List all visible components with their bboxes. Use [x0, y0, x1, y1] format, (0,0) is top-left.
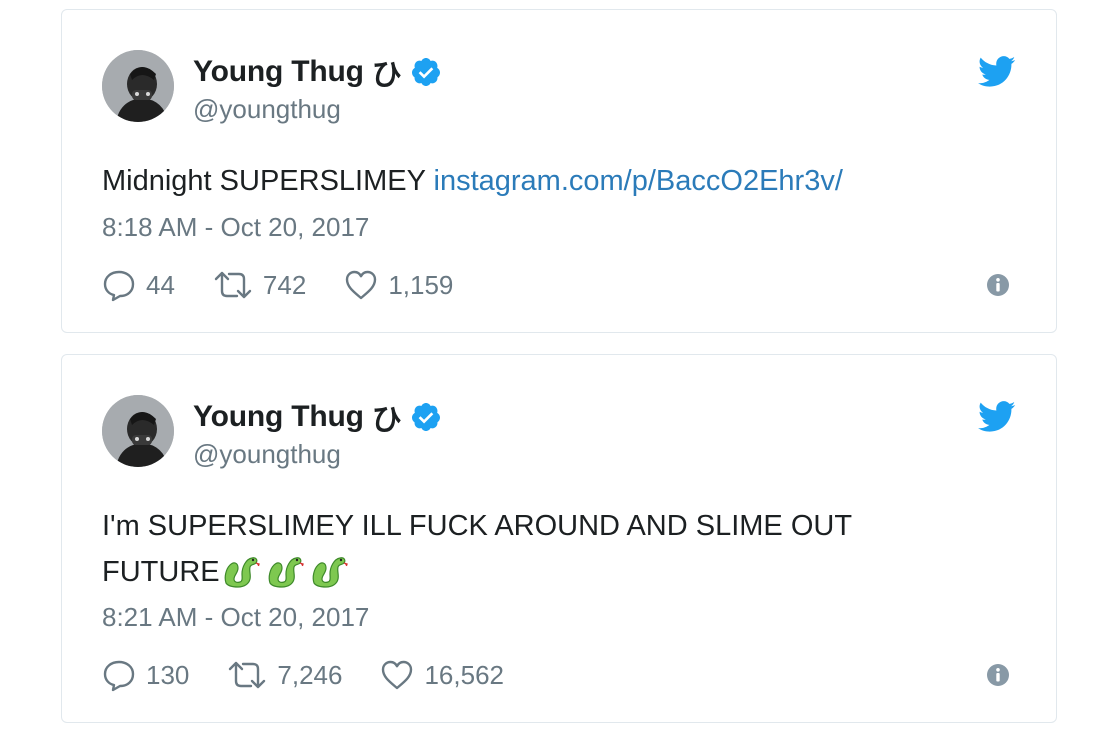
reply-count: 44	[146, 269, 175, 300]
action-bar: 44 742 1,159	[102, 268, 491, 302]
reply-count: 130	[146, 659, 190, 690]
twitter-bird-icon[interactable]	[978, 56, 1016, 88]
like-button[interactable]: 1,159	[344, 269, 453, 301]
tweet-text: Midnight SUPERSLIMEY instagram.com/p/Bac…	[102, 158, 1002, 204]
like-count: 16,562	[424, 659, 504, 690]
reply-icon	[102, 268, 136, 302]
verified-badge-icon	[410, 56, 442, 88]
reply-button[interactable]: 130	[102, 658, 189, 692]
handle[interactable]: @youngthug	[193, 439, 341, 470]
info-icon[interactable]	[986, 273, 1010, 297]
heart-icon	[344, 269, 378, 301]
display-name-suffix: ひ	[371, 59, 402, 92]
tweet-text-line: FUTURE	[102, 549, 1002, 595]
tweet-card[interactable]: Young Thug ひ @youngthug Midnight SUPERSL…	[61, 9, 1057, 333]
snake-emoji-icon	[264, 549, 304, 589]
avatar[interactable]	[102, 395, 174, 467]
retweet-count: 742	[262, 269, 307, 300]
action-bar: 130 7,246 16,562	[102, 658, 542, 692]
reply-icon	[102, 658, 136, 692]
verified-badge-icon	[410, 401, 442, 433]
snake-emoji-icon	[308, 549, 348, 589]
display-name[interactable]: Young Thug	[193, 400, 364, 434]
reply-button[interactable]: 44	[102, 268, 175, 302]
author-name-row[interactable]: Young Thug ひ	[193, 52, 442, 92]
retweet-icon	[227, 660, 267, 690]
info-icon[interactable]	[986, 663, 1010, 687]
timestamp[interactable]: 8:18 AM - Oct 20, 2017	[102, 212, 369, 243]
display-name[interactable]: Young Thug	[193, 55, 364, 89]
retweet-count: 7,246	[277, 659, 343, 690]
tweet-text-line: I'm SUPERSLIMEY ILL FUCK AROUND AND SLIM…	[102, 510, 853, 542]
like-button[interactable]: 16,562	[380, 659, 504, 691]
tweet-link[interactable]: instagram.com/p/BaccO2Ehr3v/	[434, 165, 843, 197]
heart-icon	[380, 659, 414, 691]
handle[interactable]: @youngthug	[193, 94, 341, 125]
tweet-text: I'm SUPERSLIMEY ILL FUCK AROUND AND SLIM…	[102, 503, 1002, 595]
avatar[interactable]	[102, 50, 174, 122]
retweet-icon	[213, 270, 253, 300]
like-count: 1,159	[388, 269, 454, 300]
tweet-text-body: FUTURE	[102, 556, 220, 588]
tweet-text-body: Midnight SUPERSLIMEY	[102, 165, 434, 197]
twitter-bird-icon[interactable]	[978, 401, 1016, 433]
retweet-button[interactable]: 7,246	[227, 660, 342, 691]
tweet-card[interactable]: Young Thug ひ @youngthug I'm SUPERSLIMEY …	[61, 354, 1057, 723]
snake-emoji-icon	[220, 549, 260, 589]
retweet-button[interactable]: 742	[213, 270, 306, 301]
author-name-row[interactable]: Young Thug ひ	[193, 397, 442, 437]
display-name-suffix: ひ	[371, 404, 402, 437]
timestamp[interactable]: 8:21 AM - Oct 20, 2017	[102, 602, 369, 633]
